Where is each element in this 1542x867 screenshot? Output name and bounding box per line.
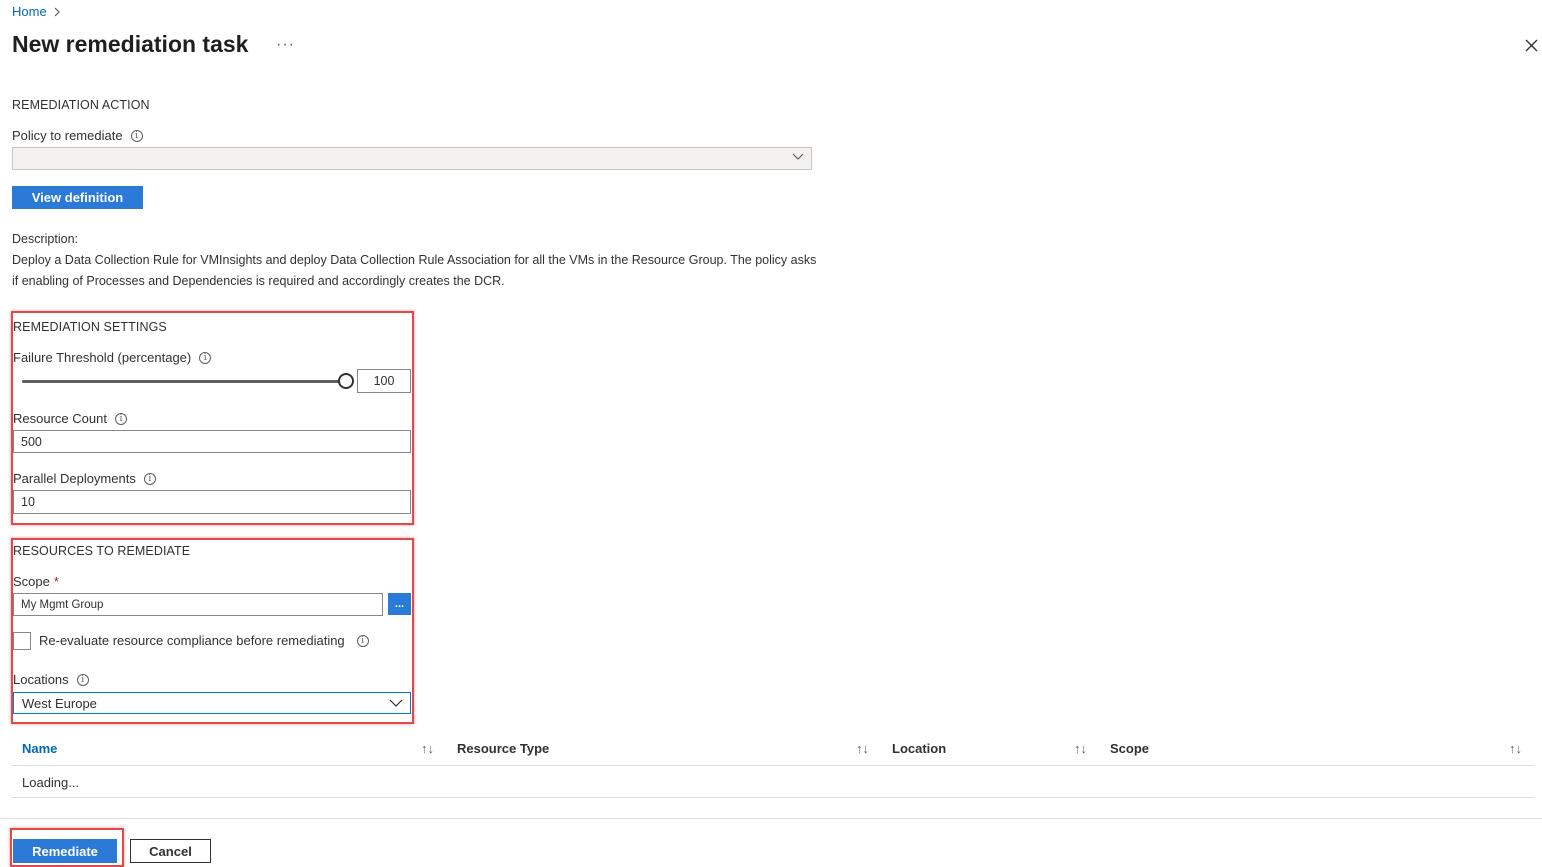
info-icon[interactable]: i	[76, 673, 89, 686]
column-header-resource-type[interactable]: Resource Type	[457, 741, 549, 756]
info-icon[interactable]: i	[130, 129, 143, 142]
chevron-down-icon	[792, 153, 804, 160]
failure-threshold-label: Failure Threshold (percentage)	[13, 350, 192, 365]
sort-icon[interactable]: ↑↓	[1074, 741, 1087, 756]
locations-value: West Europe	[22, 695, 97, 711]
view-definition-button[interactable]: View definition	[12, 186, 143, 209]
required-marker: *	[53, 574, 59, 589]
sort-icon[interactable]: ↑↓	[1509, 741, 1522, 756]
column-header-location[interactable]: Location	[892, 741, 946, 756]
column-header-name[interactable]: Name	[22, 741, 57, 756]
description-block: Description: Deploy a Data Collection Ru…	[12, 229, 822, 292]
resources-heading: RESOURCES TO REMEDIATE	[13, 544, 191, 558]
column-header-scope[interactable]: Scope	[1110, 741, 1149, 756]
policy-dropdown[interactable]	[12, 147, 812, 170]
more-options-icon[interactable]: ···	[276, 36, 295, 54]
info-icon[interactable]: i	[114, 412, 127, 425]
cancel-button[interactable]: Cancel	[130, 839, 211, 863]
info-icon[interactable]: i	[143, 472, 156, 485]
info-icon[interactable]: i	[356, 634, 369, 647]
parallel-deployments-label-row: Parallel Deployments i	[13, 471, 156, 486]
scope-label: Scope	[13, 574, 50, 589]
footer-divider	[0, 818, 1542, 819]
parallel-deployments-input[interactable]: 10	[13, 490, 411, 514]
failure-threshold-slider-thumb[interactable]	[338, 373, 354, 389]
reevaluate-label: Re-evaluate resource compliance before r…	[39, 633, 345, 648]
resource-count-input[interactable]: 500	[13, 430, 411, 453]
locations-dropdown[interactable]: West Europe	[13, 692, 411, 714]
page-title: New remediation task	[12, 31, 249, 57]
remediation-settings-heading: REMEDIATION SETTINGS	[13, 320, 167, 334]
info-icon[interactable]: i	[199, 351, 212, 364]
description-text: Deploy a Data Collection Rule for VMInsi…	[12, 253, 817, 288]
chevron-down-icon	[389, 699, 403, 707]
locations-label: Locations	[13, 672, 69, 687]
scope-input[interactable]: My Mgmt Group	[13, 593, 383, 616]
close-icon[interactable]	[1522, 36, 1542, 56]
resource-count-label: Resource Count	[13, 411, 107, 426]
chevron-right-icon	[54, 7, 60, 16]
policy-label: Policy to remediate	[12, 128, 123, 143]
failure-threshold-input[interactable]: 100	[357, 369, 411, 393]
resource-count-label-row: Resource Count i	[13, 411, 127, 426]
table-header-divider	[12, 765, 1535, 766]
breadcrumb: Home	[12, 4, 61, 19]
remediate-button[interactable]: Remediate	[13, 839, 117, 863]
policy-label-row: Policy to remediate i	[12, 128, 143, 143]
breadcrumb-home-link[interactable]: Home	[12, 4, 47, 19]
table-loading-text: Loading...	[22, 775, 80, 790]
reevaluate-label-row: Re-evaluate resource compliance before r…	[39, 633, 369, 648]
table-bottom-divider	[12, 797, 1535, 798]
remediation-action-heading: REMEDIATION ACTION	[12, 98, 150, 112]
sort-icon[interactable]: ↑↓	[421, 741, 434, 756]
reevaluate-checkbox[interactable]	[13, 632, 31, 650]
description-label: Description:	[12, 232, 78, 246]
scope-label-row: Scope *	[13, 574, 59, 589]
parallel-deployments-label: Parallel Deployments	[13, 471, 136, 486]
scope-browse-button[interactable]: ...	[388, 593, 411, 615]
locations-label-row: Locations i	[13, 672, 89, 687]
sort-icon[interactable]: ↑↓	[856, 741, 869, 756]
failure-threshold-slider-track[interactable]	[22, 380, 346, 383]
failure-threshold-label-row: Failure Threshold (percentage) i	[13, 350, 212, 365]
